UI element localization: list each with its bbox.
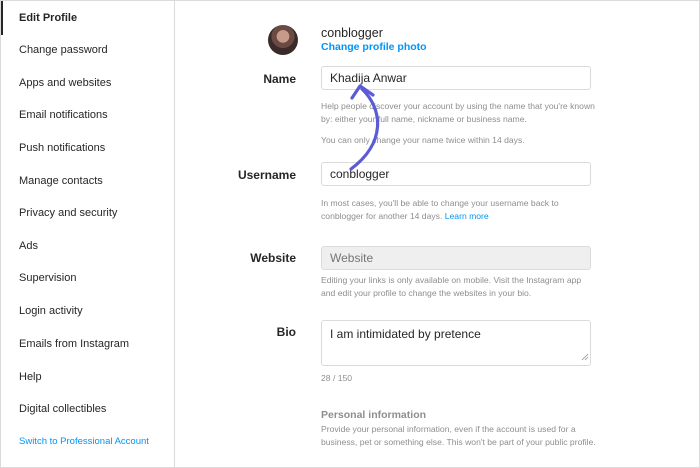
sidebar-item-login-activity[interactable]: Login activity: [19, 304, 83, 318]
name-field[interactable]: [321, 66, 591, 90]
sidebar-item-manage-contacts[interactable]: Manage contacts: [19, 174, 103, 188]
switch-to-professional-link[interactable]: Switch to Professional Account: [19, 435, 149, 449]
change-profile-photo-link[interactable]: Change profile photo: [321, 41, 427, 53]
name-change-limit-text: You can only change your name twice with…: [321, 135, 525, 145]
settings-window: Edit Profile Change password Apps and we…: [0, 0, 700, 468]
sidebar-item-ads[interactable]: Ads: [19, 239, 38, 253]
username-help-body: In most cases, you'll be able to change …: [321, 198, 559, 221]
username-help-text: In most cases, you'll be able to change …: [321, 197, 596, 222]
edit-profile-form: conblogger Change profile photo Name Hel…: [176, 1, 699, 468]
personal-information-help: Provide your personal information, even …: [321, 424, 596, 447]
profile-username: conblogger: [321, 26, 383, 40]
active-indicator: [1, 1, 3, 35]
bio-label: Bio: [276, 325, 296, 339]
sidebar-item-email-notifications[interactable]: Email notifications: [19, 108, 108, 122]
sidebar-item-supervision[interactable]: Supervision: [19, 271, 76, 285]
username-label: Username: [237, 168, 296, 182]
sidebar-item-digital-collectibles[interactable]: Digital collectibles: [19, 402, 106, 416]
sidebar-item-apps-and-websites[interactable]: Apps and websites: [19, 76, 111, 90]
avatar[interactable]: [268, 25, 298, 55]
settings-sidebar: Edit Profile Change password Apps and we…: [1, 1, 175, 468]
name-label: Name: [263, 72, 296, 86]
sidebar-item-emails-from-instagram[interactable]: Emails from Instagram: [19, 337, 129, 351]
website-field[interactable]: [321, 246, 591, 270]
sidebar-item-push-notifications[interactable]: Push notifications: [19, 141, 105, 155]
personal-information-title: Personal information: [321, 409, 427, 421]
username-field[interactable]: [321, 162, 591, 186]
sidebar-item-help[interactable]: Help: [19, 370, 42, 384]
sidebar-item-edit-profile[interactable]: Edit Profile: [19, 11, 77, 25]
learn-more-link[interactable]: Learn more: [445, 211, 489, 221]
bio-character-counter: 28 / 150: [321, 373, 353, 383]
website-help-text: Editing your links is only available on …: [321, 275, 582, 298]
resize-grip-icon[interactable]: [581, 353, 589, 361]
name-help-text: Help people discover your account by usi…: [321, 101, 595, 124]
sidebar-item-change-password[interactable]: Change password: [19, 43, 108, 57]
sidebar-item-privacy-and-security[interactable]: Privacy and security: [19, 206, 117, 220]
website-label: Website: [250, 251, 296, 265]
bio-field[interactable]: I am intimidated by pretence: [321, 320, 591, 366]
